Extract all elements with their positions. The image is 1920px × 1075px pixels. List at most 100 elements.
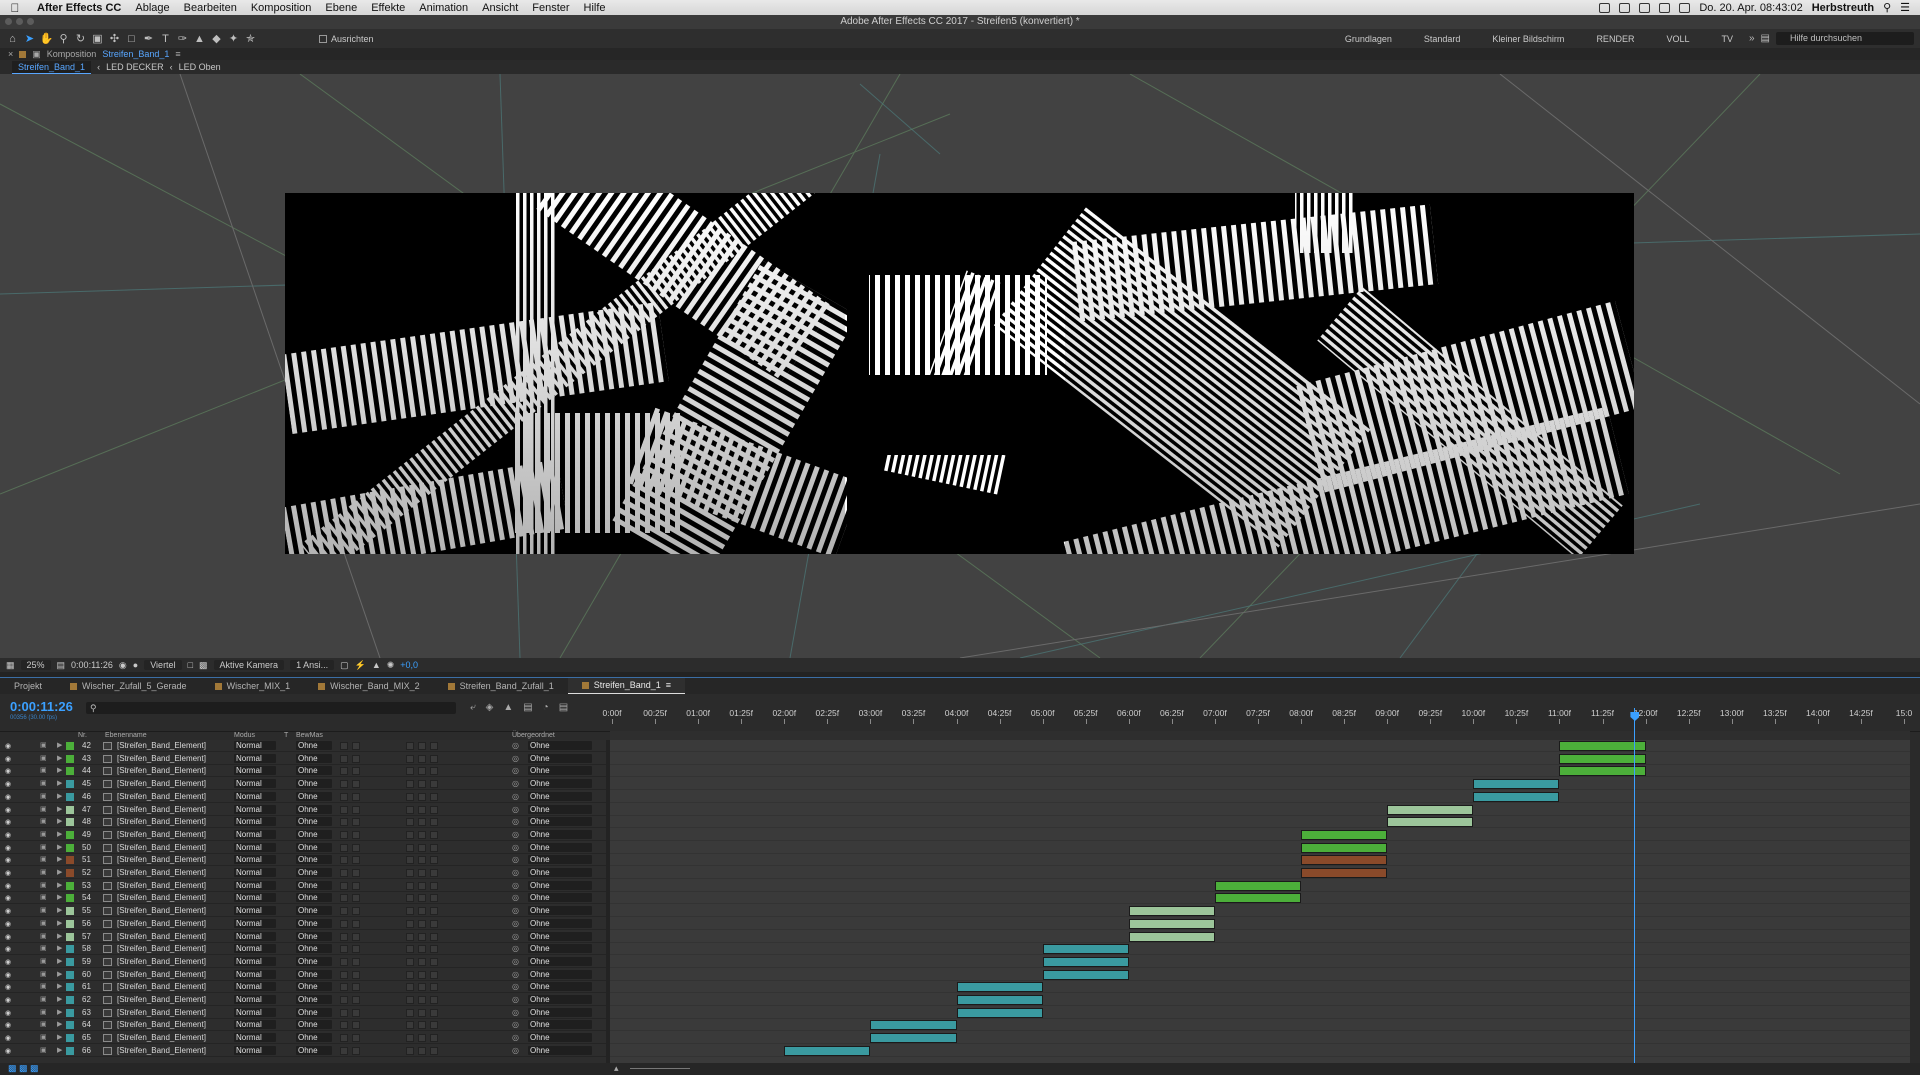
- eye-icon[interactable]: ◉: [5, 818, 11, 826]
- align-option[interactable]: Ausrichten: [319, 34, 374, 44]
- switch-motion-blur[interactable]: [418, 742, 426, 750]
- switch-effects[interactable]: [406, 1021, 414, 1030]
- trkmat-dropdown[interactable]: Ohne: [296, 1020, 332, 1030]
- parent-dropdown[interactable]: Ohne: [528, 855, 592, 865]
- switch-3d[interactable]: [430, 805, 438, 814]
- trkmat-dropdown[interactable]: Ohne: [296, 817, 332, 827]
- mode-dropdown[interactable]: Normal: [234, 944, 276, 954]
- eye-icon[interactable]: ◉: [5, 869, 11, 877]
- switch-effects[interactable]: [406, 983, 414, 992]
- layer-row[interactable]: ◉ ▣ ▶ 50 [Streifen_Band_Element] Normal Ohne ◎ O…: [0, 842, 606, 854]
- switch-3d[interactable]: [430, 932, 438, 941]
- layer-name[interactable]: [Streifen_Band_Element]: [117, 792, 206, 801]
- lock-icon[interactable]: ▣: [40, 906, 47, 914]
- switch-3d[interactable]: [430, 907, 438, 916]
- twirl-arrow-icon[interactable]: ▶: [57, 881, 62, 889]
- switch-shy[interactable]: [340, 945, 348, 954]
- switch-motion-blur[interactable]: [418, 907, 426, 916]
- mode-dropdown[interactable]: Normal: [234, 829, 276, 839]
- twirl-arrow-icon[interactable]: ▶: [57, 906, 62, 914]
- lock-icon[interactable]: ▣: [40, 970, 47, 978]
- pickwhip-icon[interactable]: ◎: [512, 957, 519, 966]
- eye-icon[interactable]: ◉: [5, 920, 11, 928]
- layer-duration-bar[interactable]: [1128, 906, 1215, 917]
- switch-motion-blur[interactable]: [418, 894, 426, 903]
- hand-tool-icon[interactable]: ✋: [38, 31, 55, 46]
- switch-motion-blur[interactable]: [418, 754, 426, 763]
- layer-duration-bar[interactable]: [1559, 766, 1646, 777]
- switch-collapse[interactable]: [352, 792, 360, 801]
- lock-icon[interactable]: ▣: [40, 754, 47, 762]
- layer-duration-bar[interactable]: [1301, 829, 1388, 840]
- pickwhip-icon[interactable]: ◎: [512, 944, 519, 953]
- workspace-item[interactable]: TV: [1705, 34, 1749, 44]
- eye-icon[interactable]: ◉: [5, 742, 11, 750]
- layer-duration-bar[interactable]: [1128, 918, 1215, 929]
- work-area-bar[interactable]: [610, 731, 1910, 740]
- zoom-slider[interactable]: [630, 1068, 690, 1069]
- switch-shy[interactable]: [340, 742, 348, 750]
- motion-blur-icon[interactable]: ◔: [543, 702, 549, 713]
- lock-icon[interactable]: ▣: [40, 830, 47, 838]
- trkmat-dropdown[interactable]: Ohne: [296, 791, 332, 801]
- switch-shy[interactable]: [340, 1046, 348, 1055]
- twirl-arrow-icon[interactable]: ▶: [57, 970, 62, 978]
- lock-icon[interactable]: ▣: [40, 957, 47, 965]
- switch-3d[interactable]: [430, 843, 438, 852]
- layer-row[interactable]: ◉ ▣ ▶ 58 [Streifen_Band_Element] Normal Ohne ◎ O…: [0, 943, 606, 956]
- switch-3d[interactable]: [430, 1034, 438, 1043]
- switch-effects[interactable]: [406, 869, 414, 877]
- eraser-tool-icon[interactable]: ◆: [208, 31, 225, 46]
- switch-motion-blur[interactable]: [418, 919, 426, 928]
- parent-dropdown[interactable]: Ohne: [528, 868, 592, 877]
- layer-color-label[interactable]: [66, 856, 74, 865]
- eye-icon[interactable]: ◉: [5, 793, 11, 801]
- switch-effects[interactable]: [406, 805, 414, 814]
- switch-collapse[interactable]: [352, 843, 360, 852]
- color-channels-icon[interactable]: ●: [133, 660, 138, 670]
- switch-collapse[interactable]: [352, 945, 360, 954]
- workspace-item[interactable]: Grundlagen: [1329, 34, 1408, 44]
- layer-row[interactable]: ◉ ▣ ▶ 42 [Streifen_Band_Element] Normal Ohne ◎ O…: [0, 740, 606, 752]
- switch-motion-blur[interactable]: [418, 830, 426, 839]
- parent-dropdown[interactable]: Ohne: [528, 1033, 592, 1043]
- switch-effects[interactable]: [406, 919, 414, 928]
- reset-exposure-icon[interactable]: ✺: [387, 660, 395, 671]
- camera-dropdown[interactable]: Aktive Kamera: [213, 660, 285, 670]
- switch-collapse[interactable]: [352, 742, 360, 750]
- layer-name[interactable]: [Streifen_Band_Element]: [117, 868, 206, 877]
- frame-blending-icon[interactable]: ▤: [523, 702, 532, 713]
- switch-motion-blur[interactable]: [418, 1021, 426, 1030]
- close-icon[interactable]: ×: [8, 49, 13, 59]
- switch-3d[interactable]: [430, 945, 438, 954]
- layer-name[interactable]: [Streifen_Band_Element]: [117, 754, 206, 763]
- toggle-pixel-aspect-icon[interactable]: ▢: [340, 660, 349, 671]
- switch-effects[interactable]: [406, 894, 414, 903]
- camera-tool-icon[interactable]: ▣: [89, 31, 106, 46]
- layer-row[interactable]: ◉ ▣ ▶ 44 [Streifen_Band_Element] Normal Ohne ◎ O…: [0, 765, 606, 778]
- switch-collapse[interactable]: [352, 996, 360, 1004]
- switch-shy[interactable]: [340, 894, 348, 903]
- trkmat-dropdown[interactable]: Ohne: [296, 1045, 332, 1055]
- layer-duration-bar[interactable]: [1214, 893, 1302, 904]
- timeline-tab[interactable]: Wischer_MIX_1: [201, 678, 305, 695]
- mode-dropdown[interactable]: Normal: [234, 880, 276, 890]
- twirl-arrow-icon[interactable]: ▶: [57, 944, 62, 952]
- mode-dropdown[interactable]: Normal: [234, 931, 276, 941]
- pickwhip-icon[interactable]: ◎: [512, 843, 519, 852]
- layer-duration-bar[interactable]: [1214, 880, 1302, 891]
- switch-effects[interactable]: [406, 856, 414, 865]
- switch-motion-blur[interactable]: [418, 843, 426, 852]
- switch-3d[interactable]: [430, 996, 438, 1004]
- layer-duration-bar[interactable]: [1387, 804, 1474, 815]
- breadcrumb-item[interactable]: LED DECKER: [106, 62, 164, 72]
- layer-color-label[interactable]: [66, 1021, 74, 1030]
- layer-name[interactable]: [Streifen_Band_Element]: [117, 1008, 206, 1017]
- eye-icon[interactable]: ◉: [5, 983, 11, 991]
- pickwhip-icon[interactable]: ◎: [512, 1020, 519, 1029]
- switch-motion-blur[interactable]: [418, 792, 426, 801]
- layer-row[interactable]: ◉ ▣ ▶ 48 [Streifen_Band_Element] Normal Ohne ◎ O…: [0, 816, 606, 829]
- layer-row[interactable]: ◉ ▣ ▶ 54 [Streifen_Band_Element] Normal Ohne ◎ O…: [0, 892, 606, 905]
- lock-icon[interactable]: ▣: [40, 1033, 47, 1041]
- trkmat-dropdown[interactable]: Ohne: [296, 804, 332, 814]
